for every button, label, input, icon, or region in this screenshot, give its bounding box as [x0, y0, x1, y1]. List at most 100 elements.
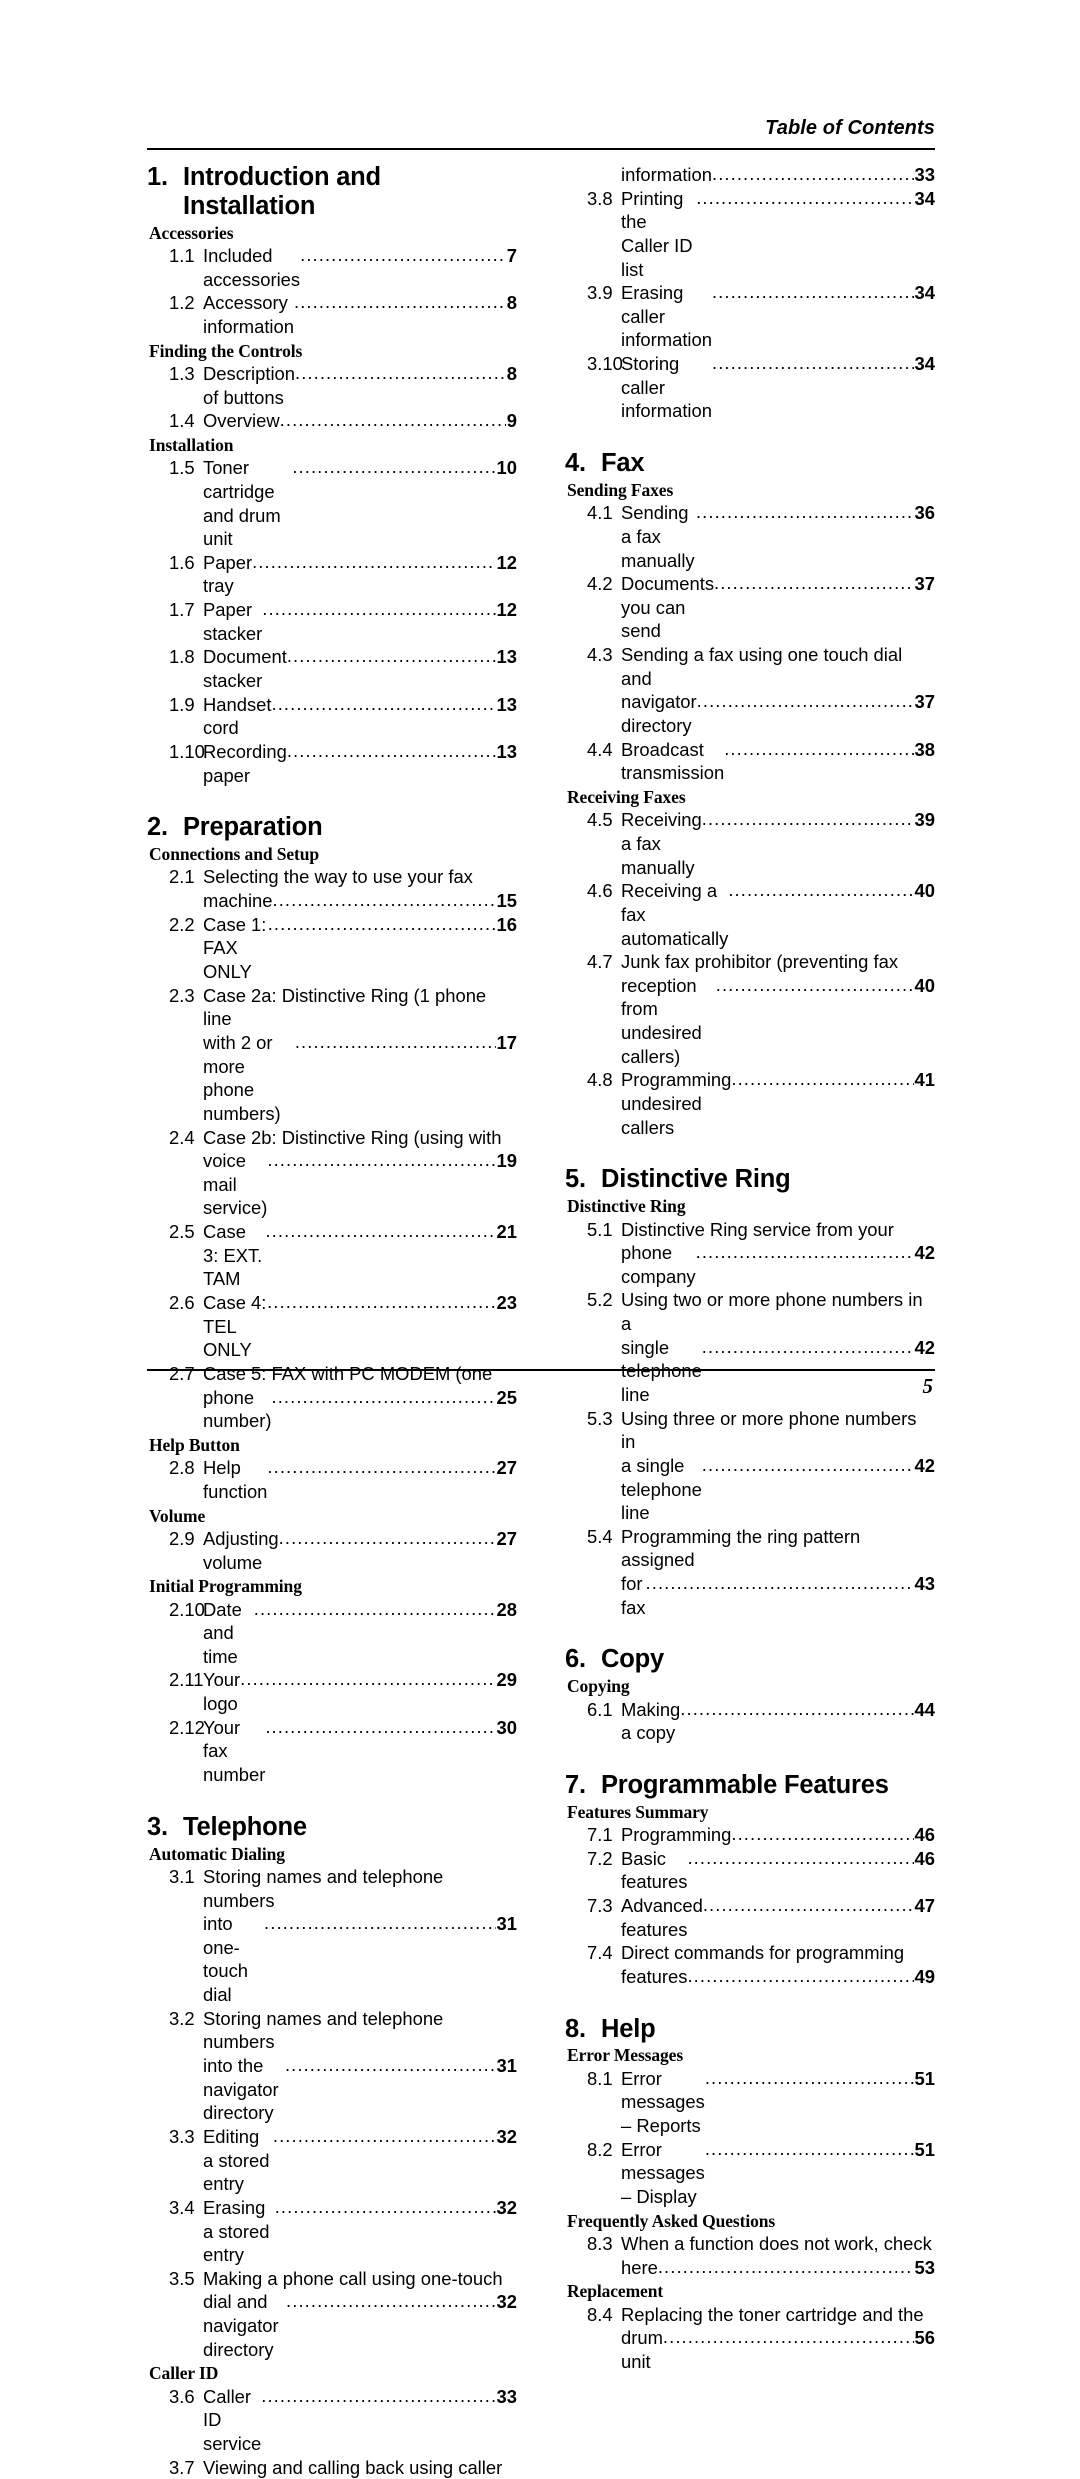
toc-page-number: 37	[914, 691, 935, 713]
toc-entry-line: Selecting the way to use your fax	[203, 865, 517, 889]
toc-entry-4-6[interactable]: 4.6 Receiving a fax automatically 40	[565, 879, 935, 950]
toc-entry-4-3[interactable]: 4.3 Sending a fax using one touch dial an…	[565, 643, 935, 738]
toc-page-number: 13	[496, 646, 517, 668]
toc-entry-1-6[interactable]: 1.6 Paper tray 12	[147, 551, 517, 598]
toc-entry-continuation[interactable]: information 33	[565, 163, 935, 187]
toc-page-number: 15	[496, 890, 517, 912]
toc-entry-3-6[interactable]: 3.6 Caller ID service 33	[147, 2385, 517, 2456]
toc-entry-1-2[interactable]: 1.2 Accessory information 8	[147, 291, 517, 338]
toc-entry-body: Toner cartridge and drum unit 10	[203, 456, 517, 551]
toc-entry-2-5[interactable]: 2.5 Case 3: EXT. TAM 21	[147, 1220, 517, 1291]
toc-entry-body: Using three or more phone numbers in a si…	[621, 1407, 935, 1525]
toc-entry-line: Your fax number 30	[203, 1716, 517, 1787]
toc-entry-1-10[interactable]: 1.10Recording paper 13	[147, 740, 517, 787]
toc-entry-1-3[interactable]: 1.3 Description of buttons 8	[147, 362, 517, 409]
chapter-heading-copy[interactable]: 6. Copy	[565, 1645, 935, 1674]
toc-entry-3-5[interactable]: 3.5 Making a phone call using one-touch di…	[147, 2267, 517, 2362]
dot-leader	[687, 1846, 914, 1870]
toc-entry-3-4[interactable]: 3.4 Erasing a stored entry 32	[147, 2196, 517, 2267]
toc-entry-1-9[interactable]: 1.9 Handset cord 13	[147, 693, 517, 740]
toc-entry-text: Toner cartridge and drum unit	[203, 457, 286, 550]
chapter-heading-distinctive-ring[interactable]: 5. Distinctive Ring	[565, 1165, 935, 1194]
toc-entry-1-5[interactable]: 1.5 Toner cartridge and drum unit 10	[147, 456, 517, 551]
toc-entry-body: Junk fax prohibitor (preventing fax recep…	[621, 950, 935, 1068]
toc-entry-3-1[interactable]: 3.1 Storing names and telephone numbers in…	[147, 1865, 517, 2007]
dot-leader	[254, 1597, 496, 1621]
toc-entry-2-2[interactable]: 2.2 Case 1: FAX ONLY 16	[147, 913, 517, 984]
dot-leader	[705, 2066, 914, 2090]
toc-entry-4-1[interactable]: 4.1 Sending a fax manually 36	[565, 501, 935, 572]
toc-entry-number: 8.4	[587, 2303, 613, 2325]
toc-entry-3-7[interactable]: 3.7 Viewing and calling back using caller	[147, 2456, 517, 2479]
dot-leader	[687, 1964, 914, 1988]
toc-entry-line: Broadcast transmission 38	[621, 738, 935, 785]
dot-leader	[714, 571, 914, 595]
toc-entry-8-3[interactable]: 8.3 When a function does not work, check h…	[565, 2232, 935, 2279]
toc-entry-line: reception from undesired callers) 40	[621, 974, 935, 1069]
dot-leader	[680, 1697, 914, 1721]
toc-page-number: 34	[914, 282, 935, 304]
dot-leader	[265, 1715, 496, 1739]
toc-entry-number: 3.10	[587, 353, 623, 375]
toc-entry-8-2[interactable]: 8.2 Error messages – Display 51	[565, 2138, 935, 2209]
toc-entry-3-2[interactable]: 3.2 Storing names and telephone numbers in…	[147, 2007, 517, 2125]
toc-entry-2-10[interactable]: 2.10Date and time 28	[147, 1598, 517, 1669]
toc-entry-5-3[interactable]: 5.3 Using three or more phone numbers in a…	[565, 1407, 935, 1525]
toc-entry-2-6[interactable]: 2.6 Case 4: TEL ONLY 23	[147, 1291, 517, 1362]
toc-entry-5-1[interactable]: 5.1 Distinctive Ring service from your pho…	[565, 1218, 935, 1289]
toc-entry-line: Overview 9	[203, 409, 517, 433]
toc-entry-4-5[interactable]: 4.5 Receiving a fax manually 39	[565, 808, 935, 879]
toc-entry-5-4[interactable]: 5.4 Programming the ring pattern assigned…	[565, 1525, 935, 1620]
toc-entry-2-11[interactable]: 2.11Your logo 29	[147, 1668, 517, 1715]
toc-entry-body: Programming the ring pattern assigned for…	[621, 1525, 935, 1620]
dot-leader	[252, 550, 496, 574]
toc-entry-number: 1.4	[169, 410, 195, 432]
dot-leader	[268, 912, 496, 936]
toc-entry-2-4[interactable]: 2.4 Case 2b: Distinctive Ring (using with…	[147, 1126, 517, 1221]
toc-page-number: 29	[496, 1669, 517, 1691]
toc-entry-7-3[interactable]: 7.3 Advanced features 47	[565, 1894, 935, 1941]
toc-entry-8-1[interactable]: 8.1 Error messages – Reports 51	[565, 2067, 935, 2138]
toc-entry-8-4[interactable]: 8.4 Replacing the toner cartridge and the…	[565, 2303, 935, 2374]
toc-entry-4-8[interactable]: 4.8 Programming undesired callers 41	[565, 1068, 935, 1139]
toc-entry-number: 5.4	[587, 1525, 613, 1547]
chapter-heading-telephone[interactable]: 3. Telephone	[147, 1813, 517, 1842]
toc-entry-3-8[interactable]: 3.8 Printing the Caller ID list 34	[565, 187, 935, 282]
toc-entry-2-1[interactable]: 2.1 Selecting the way to use your fax mach…	[147, 865, 517, 912]
toc-entry-7-1[interactable]: 7.1 Programming 46	[565, 1823, 935, 1847]
toc-entry-1-1[interactable]: 1.1 Included accessories 7	[147, 244, 517, 291]
dot-leader	[273, 888, 497, 912]
group-heading-accessories: Accessories	[149, 222, 234, 243]
toc-entry-3-3[interactable]: 3.3 Editing a stored entry 32	[147, 2125, 517, 2196]
toc-entry-number: 4.3	[587, 644, 613, 666]
toc-entry-2-3[interactable]: 2.3 Case 2a: Distinctive Ring (1 phone li…	[147, 984, 517, 1126]
toc-entry-1-7[interactable]: 1.7 Paper stacker 12	[147, 598, 517, 645]
toc-entry-6-1[interactable]: 6.1 Making a copy 44	[565, 1698, 935, 1745]
toc-entry-line: Editing a stored entry 32	[203, 2125, 517, 2196]
toc-entry-4-2[interactable]: 4.2 Documents you can send 37	[565, 572, 935, 643]
toc-entry-text: Your logo	[203, 1669, 246, 1715]
toc-entry-2-12[interactable]: 2.12Your fax number 30	[147, 1716, 517, 1787]
chapter-heading-fax[interactable]: 4. Fax	[565, 449, 935, 478]
toc-entry-3-9[interactable]: 3.9 Erasing caller information 34	[565, 281, 935, 352]
toc-entry-2-8[interactable]: 2.8 Help function 27	[147, 1456, 517, 1503]
toc-entry-body: Direct commands for programmingfeatures 4…	[621, 1941, 935, 1988]
toc-entry-line: Erasing a stored entry 32	[203, 2196, 517, 2267]
dot-leader	[295, 361, 506, 385]
chapter-heading-help[interactable]: 8. Help	[565, 2015, 935, 2044]
toc-entry-4-4[interactable]: 4.4 Broadcast transmission 38	[565, 738, 935, 785]
toc-entry-7-2[interactable]: 7.2 Basic features 46	[565, 1847, 935, 1894]
chapter-heading-preparation[interactable]: 2. Preparation	[147, 813, 517, 842]
dot-leader	[280, 408, 507, 432]
toc-entry-1-4[interactable]: 1.4 Overview 9	[147, 409, 517, 433]
toc-entry-text: Using two or more phone numbers in a	[621, 1289, 928, 1335]
chapter-heading-programmable-features[interactable]: 7. Programmable Features	[565, 1771, 935, 1800]
toc-entry-number: 1.2	[169, 292, 195, 314]
toc-entry-4-7[interactable]: 4.7 Junk fax prohibitor (preventing fax re…	[565, 950, 935, 1068]
toc-entry-2-9[interactable]: 2.9 Adjusting volume 27	[147, 1527, 517, 1574]
toc-entry-3-10[interactable]: 3.10Storing caller information 34	[565, 352, 935, 423]
toc-page-number: 8	[506, 292, 517, 314]
toc-entry-7-4[interactable]: 7.4 Direct commands for programming featur…	[565, 1941, 935, 1988]
toc-entry-1-8[interactable]: 1.8 Document stacker 13	[147, 645, 517, 692]
chapter-heading-introduction-and-installation[interactable]: 1. Introduction and Installation	[147, 163, 517, 221]
